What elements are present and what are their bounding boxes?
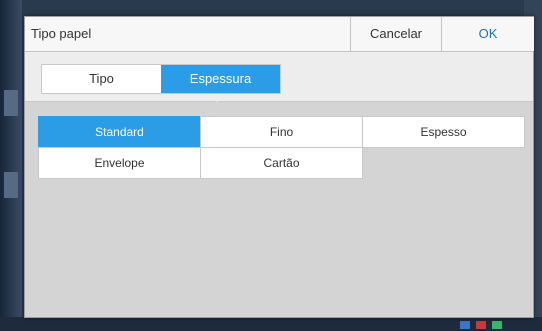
tab-group: Tipo Espessura [41, 64, 281, 94]
option-espesso[interactable]: Espesso [363, 117, 524, 147]
dialog-titlebar: Tipo papel Cancelar OK [25, 17, 534, 52]
paper-type-dialog: Tipo papel Cancelar OK Tipo Espessura St… [24, 16, 534, 318]
tab-espessura[interactable]: Espessura [161, 65, 280, 93]
status-icon [476, 321, 486, 329]
tab-tipo[interactable]: Tipo [42, 65, 161, 93]
status-icon [492, 321, 502, 329]
cancel-button[interactable]: Cancelar [350, 17, 441, 51]
option-standard[interactable]: Standard [39, 117, 200, 147]
background-status-strip [0, 317, 542, 331]
option-envelope[interactable]: Envelope [39, 148, 200, 178]
background-left-panel [0, 0, 22, 331]
dialog-title: Tipo papel [31, 26, 92, 41]
status-icon [460, 321, 470, 329]
tab-bar: Tipo Espessura [25, 52, 533, 102]
background-block [4, 90, 18, 116]
option-cartao[interactable]: Cartão [201, 148, 362, 178]
background-block [4, 172, 18, 198]
thickness-options-grid: Standard Fino Espesso Envelope Cartão [39, 117, 524, 178]
active-tab-pointer [210, 95, 224, 102]
background-status-icons [460, 321, 502, 329]
option-fino[interactable]: Fino [201, 117, 362, 147]
ok-button[interactable]: OK [441, 17, 534, 51]
